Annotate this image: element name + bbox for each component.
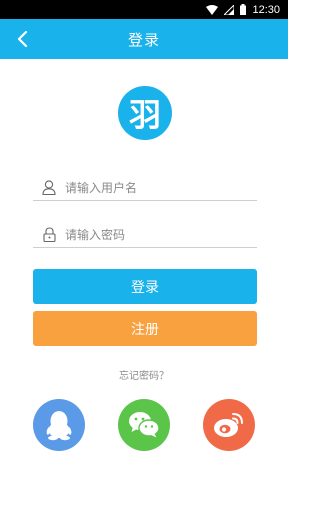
login-button-label: 登录 bbox=[131, 279, 159, 296]
user-icon bbox=[41, 180, 57, 196]
lock-icon bbox=[41, 227, 57, 243]
register-button-label: 注册 bbox=[131, 321, 159, 338]
status-time: 12:30 bbox=[252, 3, 280, 16]
qq-penguin-icon bbox=[46, 411, 72, 441]
weibo-login-button[interactable] bbox=[203, 399, 255, 451]
register-button[interactable]: 注册 bbox=[33, 311, 257, 346]
password-input[interactable] bbox=[65, 223, 245, 246]
wifi-icon bbox=[206, 4, 219, 15]
app-logo: 羽 bbox=[118, 86, 172, 140]
logo-text: 羽 bbox=[128, 96, 161, 134]
app-bar: 登录 bbox=[0, 19, 288, 59]
weibo-icon bbox=[214, 413, 243, 437]
password-field bbox=[33, 222, 257, 248]
wechat-login-button[interactable] bbox=[118, 399, 170, 451]
back-arrow-icon bbox=[17, 31, 28, 47]
qq-login-button[interactable] bbox=[33, 399, 85, 451]
username-input[interactable] bbox=[65, 176, 245, 199]
page-title: 登录 bbox=[127, 30, 160, 49]
signal-icon bbox=[224, 4, 235, 15]
login-button[interactable]: 登录 bbox=[33, 269, 257, 304]
status-bar: 12:30 bbox=[0, 0, 288, 19]
wechat-icon bbox=[129, 412, 160, 438]
forgot-password-link[interactable]: 忘记密码？ bbox=[0, 367, 288, 382]
battery-icon bbox=[240, 4, 247, 15]
back-button[interactable] bbox=[10, 27, 34, 51]
username-field bbox=[33, 175, 257, 201]
